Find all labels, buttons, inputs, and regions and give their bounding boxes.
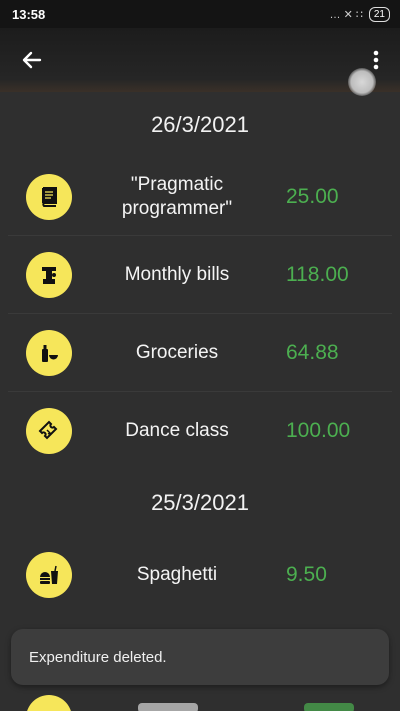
more-vert-icon: [373, 50, 379, 70]
item-amount: 118.00: [286, 262, 349, 286]
ticket-icon: [26, 408, 72, 454]
item-amount: 64.88: [286, 340, 339, 364]
list-item-pragmatic-programmer[interactable]: "Pragmatic programmer" 25.00: [8, 158, 392, 236]
status-bar: 13:58 … ✕ ∷ 21: [0, 0, 400, 28]
item-amount: 100.00: [286, 419, 351, 442]
battery-icon: 21: [368, 6, 390, 22]
app-bar: [0, 28, 400, 92]
list-item-groceries[interactable]: Groceries 64.88: [8, 314, 392, 392]
list-item-monthly-bills[interactable]: Monthly bills 118.00: [8, 236, 392, 314]
item-title: Spaghetti: [136, 564, 218, 585]
fastfood-icon: [26, 552, 72, 598]
item-amount: 9.50: [286, 563, 327, 586]
item-amount-obscured: [304, 703, 354, 711]
item-title: "Pragmatic programmer": [121, 173, 233, 219]
arrow-back-icon: [22, 51, 42, 69]
list-item-partial[interactable]: [8, 695, 392, 711]
faucet-icon: [26, 251, 72, 298]
date-header: 25/3/2021: [151, 490, 249, 515]
item-title: Monthly bills: [124, 263, 230, 285]
snackbar: Expenditure deleted.: [11, 629, 389, 685]
snackbar-message: Expenditure deleted.: [29, 648, 167, 666]
notification-icons: … ✕ ∷: [329, 8, 363, 21]
item-title-obscured: [138, 703, 198, 711]
status-icons: … ✕ ∷ 21: [329, 6, 390, 22]
book-icon: [26, 173, 72, 220]
item-amount: 25.00: [286, 184, 339, 208]
back-button[interactable]: [16, 44, 48, 76]
item-title: Dance class: [125, 420, 229, 441]
groceries-icon: [26, 329, 72, 376]
date-header: 26/3/2021: [151, 112, 249, 137]
status-time: 13:58: [12, 6, 46, 22]
item-title: Groceries: [135, 341, 219, 363]
item-icon: [26, 695, 72, 711]
expenditure-list: 26/3/2021 "Pragmatic programmer" 25.00 M…: [0, 92, 400, 614]
list-item-dance-class[interactable]: Dance class 100.00: [8, 392, 392, 470]
list-item-spaghetti[interactable]: Spaghetti 9.50: [8, 536, 392, 614]
